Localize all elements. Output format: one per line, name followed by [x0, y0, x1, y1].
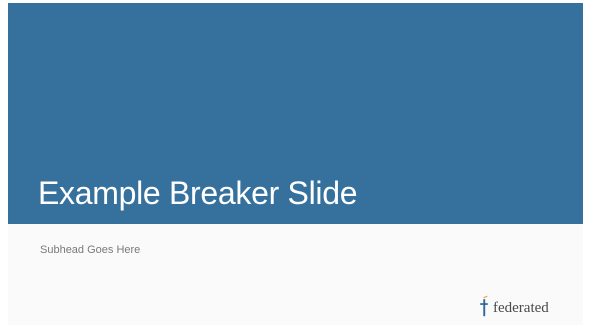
slide-subhead: Subhead Goes Here — [40, 244, 141, 256]
title-banner: Example Breaker Slide — [8, 3, 583, 224]
federated-logo: federated — [479, 295, 549, 317]
slide-title: Example Breaker Slide — [38, 175, 358, 211]
breaker-slide: Example Breaker Slide Subhead Goes Here … — [8, 3, 583, 325]
page: Example Breaker Slide Subhead Goes Here … — [0, 0, 589, 335]
logo-wordmark: federated — [493, 300, 549, 316]
federated-logo-icon — [480, 295, 488, 317]
